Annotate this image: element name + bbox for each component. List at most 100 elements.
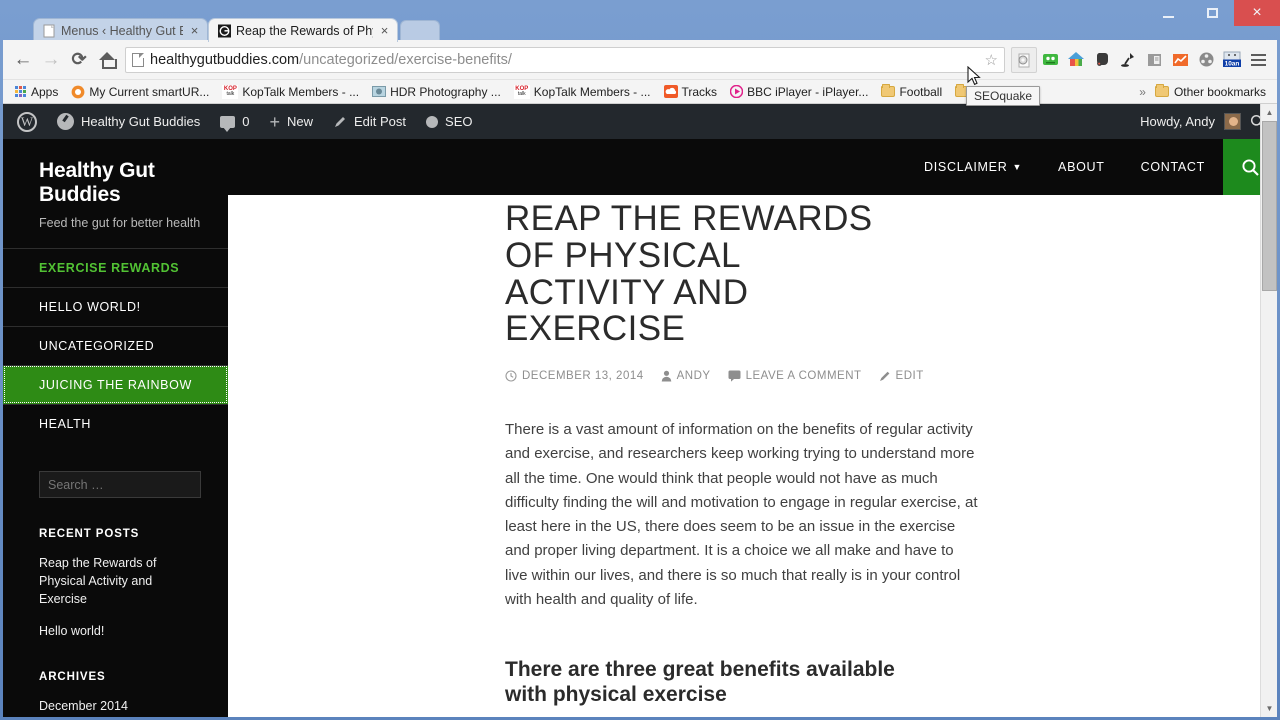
search-input[interactable] bbox=[39, 471, 201, 498]
evernote-elephant-icon[interactable] bbox=[1089, 47, 1115, 73]
browser-window: × Menus ‹ Healthy Gut Budd × Reap the Re… bbox=[0, 0, 1280, 720]
admin-new[interactable]: + New bbox=[259, 104, 323, 139]
orange-circle-icon bbox=[71, 85, 85, 98]
back-button[interactable]: ← bbox=[9, 46, 37, 74]
document-reader-icon[interactable] bbox=[1141, 47, 1167, 73]
bookmark-tracks[interactable]: Tracks bbox=[659, 83, 723, 101]
film-reel-icon[interactable] bbox=[1193, 47, 1219, 73]
home-button[interactable] bbox=[93, 46, 121, 74]
tab-close-icon[interactable]: × bbox=[378, 23, 391, 38]
sidebar-item-health[interactable]: HEALTH bbox=[3, 404, 228, 443]
howdy-label[interactable]: Howdy, Andy bbox=[1140, 114, 1215, 129]
sidebar-item-exercise-rewards[interactable]: EXERCISE REWARDS bbox=[3, 248, 228, 287]
post-author[interactable]: ANDY bbox=[661, 370, 711, 382]
svg-text:10an: 10an bbox=[1225, 60, 1240, 67]
bookmarks-bar: Apps My Current smartUR... KOP talk KopTa… bbox=[3, 80, 1277, 104]
archives-title: ARCHIVES bbox=[39, 670, 106, 683]
soundcloud-icon bbox=[663, 85, 678, 98]
archive-link[interactable]: December 2014 bbox=[3, 683, 228, 715]
pencil-icon bbox=[335, 116, 345, 127]
scroll-down-button[interactable]: ▼ bbox=[1261, 700, 1278, 717]
post-body-paragraph: There is a vast amount of information on… bbox=[505, 421, 978, 609]
page-title: Reap the Rewards of Physical Activity an… bbox=[505, 199, 873, 349]
window-controls: × bbox=[1146, 0, 1280, 26]
bookmark-label: BBC iPlayer - iPlayer... bbox=[747, 84, 869, 99]
admin-comments[interactable]: 0 bbox=[210, 104, 259, 139]
colorful-house-icon[interactable] bbox=[1063, 47, 1089, 73]
other-bookmarks-button[interactable]: Other bookmarks bbox=[1154, 84, 1270, 99]
admin-site-name[interactable]: Healthy Gut Buddies bbox=[47, 104, 210, 139]
other-bookmarks-label: Other bookmarks bbox=[1173, 84, 1266, 99]
bookmark-bbc-iplayer[interactable]: BBC iPlayer - iPlayer... bbox=[725, 83, 873, 101]
bookmark-koptalk-2[interactable]: KOP talk KopTalk Members - ... bbox=[509, 83, 656, 101]
address-bar[interactable]: healthygutbuddies.com/uncategorized/exer… bbox=[125, 46, 1005, 73]
maximize-button[interactable] bbox=[1190, 0, 1234, 26]
search-icon bbox=[1241, 158, 1259, 176]
minimize-button[interactable] bbox=[1146, 0, 1190, 26]
home-icon bbox=[98, 52, 117, 69]
post-date[interactable]: DECEMBER 13, 2014 bbox=[505, 370, 644, 382]
tab-reap-rewards[interactable]: Reap the Rewards of Physi × bbox=[208, 18, 398, 42]
nav-item-contact[interactable]: CONTACT bbox=[1123, 160, 1223, 174]
scrollbar-thumb[interactable] bbox=[1262, 121, 1277, 291]
bookmark-label: Football bbox=[899, 84, 943, 99]
green-robot-icon[interactable] bbox=[1037, 47, 1063, 73]
tab-menus[interactable]: Menus ‹ Healthy Gut Budd × bbox=[33, 18, 208, 42]
chrome-menu-button[interactable] bbox=[1245, 47, 1271, 73]
recent-post-link[interactable]: Reap the Rewards of Physical Activity an… bbox=[3, 540, 228, 608]
bookmark-football-folder[interactable]: Football bbox=[876, 83, 947, 101]
10an-badge-icon[interactable]: 10an bbox=[1219, 47, 1245, 73]
seo-label: SEO bbox=[445, 114, 473, 129]
post-comments-link[interactable]: LEAVE A COMMENT bbox=[728, 370, 862, 382]
bookmark-star-icon[interactable]: ☆ bbox=[985, 51, 998, 69]
bookmark-label: Apps bbox=[31, 84, 59, 99]
scroll-up-button[interactable]: ▲ bbox=[1261, 104, 1278, 121]
admin-seo[interactable]: SEO bbox=[416, 104, 482, 139]
sidebar-search-widget bbox=[3, 443, 228, 498]
site-content: DISCLAIMER ▼ ABOUT CONTACT Reap the Rewa… bbox=[228, 139, 1277, 717]
page-scrollbar[interactable]: ▲ ▼ bbox=[1260, 104, 1277, 717]
person-icon bbox=[661, 370, 671, 382]
hamburger-icon bbox=[1250, 53, 1266, 66]
new-tab-button[interactable] bbox=[400, 20, 440, 42]
sidebar-item-uncategorized[interactable]: UNCATEGORIZED bbox=[3, 326, 228, 365]
wp-logo-button[interactable]: W bbox=[7, 104, 47, 139]
sidebar-item-hello-world[interactable]: HELLO WORLD! bbox=[3, 287, 228, 326]
bookmark-hdr-photography[interactable]: HDR Photography ... bbox=[367, 83, 506, 101]
close-window-button[interactable]: × bbox=[1234, 0, 1280, 26]
apps-grid-icon bbox=[15, 85, 27, 98]
tab-close-icon[interactable]: × bbox=[188, 23, 201, 38]
site-name-label: Healthy Gut Buddies bbox=[81, 114, 201, 129]
forward-button[interactable]: → bbox=[37, 46, 65, 74]
post-edit-link[interactable]: EDIT bbox=[879, 370, 924, 382]
comment-count: 0 bbox=[242, 114, 250, 129]
orange-chart-icon[interactable] bbox=[1167, 47, 1193, 73]
folder-icon bbox=[881, 84, 896, 97]
reload-button[interactable]: ⟳ bbox=[65, 46, 93, 74]
bookmark-label: HDR Photography ... bbox=[390, 84, 501, 99]
url-path: /uncategorized/exercise-benefits/ bbox=[299, 51, 512, 68]
seoquake-icon[interactable] bbox=[1011, 46, 1037, 73]
dashboard-icon bbox=[57, 113, 74, 130]
folder-icon bbox=[1154, 84, 1169, 97]
admin-edit-post[interactable]: Edit Post bbox=[323, 104, 416, 139]
bookmark-koptalk-1[interactable]: KOP talk KopTalk Members - ... bbox=[217, 83, 364, 101]
bookmark-apps[interactable]: Apps bbox=[10, 83, 63, 101]
bookmark-smarturl[interactable]: My Current smartUR... bbox=[66, 83, 214, 101]
bookmark-label: Tracks bbox=[681, 84, 718, 99]
post-author-label: ANDY bbox=[676, 370, 711, 382]
post-meta: DECEMBER 13, 2014 ANDY LEAVE A COMMENT E… bbox=[505, 370, 1277, 382]
bookmark-label: My Current smartUR... bbox=[89, 84, 210, 99]
avatar[interactable] bbox=[1224, 113, 1241, 130]
desk-lamp-icon[interactable] bbox=[1115, 47, 1141, 73]
clock-icon bbox=[505, 370, 517, 382]
sidebar-item-juicing-the-rainbow[interactable]: JUICING THE RAINBOW bbox=[3, 365, 228, 404]
recent-post-link[interactable]: Hello world! bbox=[3, 608, 228, 640]
browser-toolbar: ← → ⟳ healthygutbuddies.com/uncategorize… bbox=[3, 40, 1277, 80]
page-info-icon[interactable] bbox=[132, 52, 144, 67]
site-title[interactable]: Healthy Gut Buddies bbox=[3, 139, 228, 207]
nav-item-about[interactable]: ABOUT bbox=[1040, 160, 1123, 174]
bookmark-label: KopTalk Members - ... bbox=[533, 84, 651, 99]
bookmarks-overflow-button[interactable]: » bbox=[1133, 85, 1152, 99]
nav-item-disclaimer[interactable]: DISCLAIMER ▼ bbox=[906, 160, 1040, 174]
